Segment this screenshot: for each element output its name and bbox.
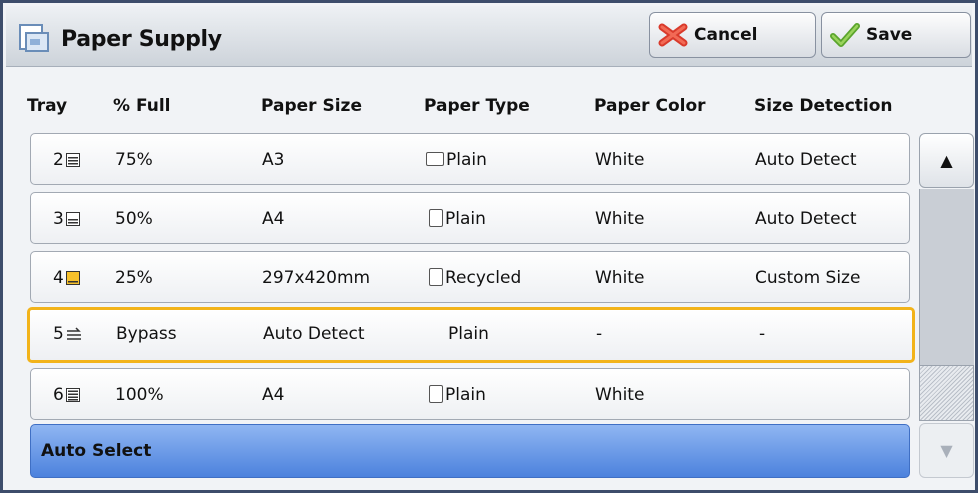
save-button[interactable]: Save [821,12,971,58]
arrow-up-icon: ▲ [940,151,953,170]
tray-level-icon [65,388,80,402]
paper-supply-window: Paper Supply Cancel Save Tray % Full Pap… [0,0,978,493]
tray-number: 6 [53,385,64,405]
paper-color: White [595,268,645,288]
tray-number: 4 [53,268,64,288]
paper-color: - [596,324,603,344]
bypass-tray-icon [66,327,81,340]
size-detection: Custom Size [755,268,861,288]
size-detection: Auto Detect [755,209,857,229]
paper-type-checkbox [429,385,443,403]
auto-select-label: Auto Select [41,441,152,461]
percent-full: 50% [115,209,153,229]
paper-color: White [595,385,645,405]
tray-level-icon [65,153,80,167]
tray-low-warning-icon [65,271,80,285]
paper-type-checkbox [429,209,443,227]
tray-number: 2 [53,150,64,170]
scroll-up-button[interactable]: ▲ [919,133,974,188]
table-row-tray-2[interactable]: 2 75% A3 Plain White Auto Detect [30,133,910,185]
paper-type: Recycled [445,268,522,288]
save-button-label: Save [866,25,913,45]
table-row-tray-3[interactable]: 3 50% A4 Plain White Auto Detect [30,192,910,244]
auto-select-button[interactable]: Auto Select [30,424,910,478]
paper-size: A4 [262,209,285,229]
paper-type-checkbox [429,268,443,286]
paper-type: Plain [445,209,486,229]
tray-level-icon [65,212,80,226]
paper-type: Plain [445,385,486,405]
column-header-size-detection: Size Detection [754,96,893,116]
tray-number: 5 [53,324,64,344]
size-detection: Auto Detect [755,150,857,170]
paper-size: Auto Detect [263,324,365,344]
checkmark-icon [830,23,860,47]
size-detection: - [759,324,766,344]
column-header-paper-type: Paper Type [424,96,530,116]
paper-size: A4 [262,385,285,405]
cancel-button[interactable]: Cancel [649,12,816,58]
scroll-down-button[interactable]: ▼ [919,423,974,478]
column-header-paper-size: Paper Size [261,96,362,116]
page-title: Paper Supply [61,27,222,52]
table-row-tray-6[interactable]: 6 100% A4 Plain White [30,368,910,420]
header-bar: Paper Supply Cancel Save [6,6,972,67]
percent-full: 100% [115,385,164,405]
column-header-tray: Tray [27,96,68,116]
percent-full: Bypass [116,324,177,344]
paper-color: White [595,209,645,229]
percent-full: 75% [115,150,153,170]
arrow-down-icon: ▼ [940,441,953,460]
paper-type: Plain [448,324,489,344]
paper-tray-icon [19,24,49,52]
table-row-tray-5-selected[interactable]: 5 Bypass Auto Detect Plain - - [27,307,915,363]
scrollbar-track[interactable] [919,189,974,365]
column-header-paper-color: Paper Color [594,96,706,116]
paper-type-checkbox [426,152,444,166]
column-header-full: % Full [113,96,171,116]
paper-size: A3 [262,150,285,170]
table-row-tray-4[interactable]: 4 25% 297x420mm Recycled White Custom Si… [30,251,910,303]
percent-full: 25% [115,268,153,288]
paper-color: White [595,150,645,170]
paper-size: 297x420mm [262,268,371,288]
paper-type: Plain [446,150,487,170]
scrollbar-thumb[interactable] [919,365,974,421]
cancel-x-icon [658,23,688,47]
tray-number: 3 [53,209,64,229]
cancel-button-label: Cancel [694,25,758,45]
